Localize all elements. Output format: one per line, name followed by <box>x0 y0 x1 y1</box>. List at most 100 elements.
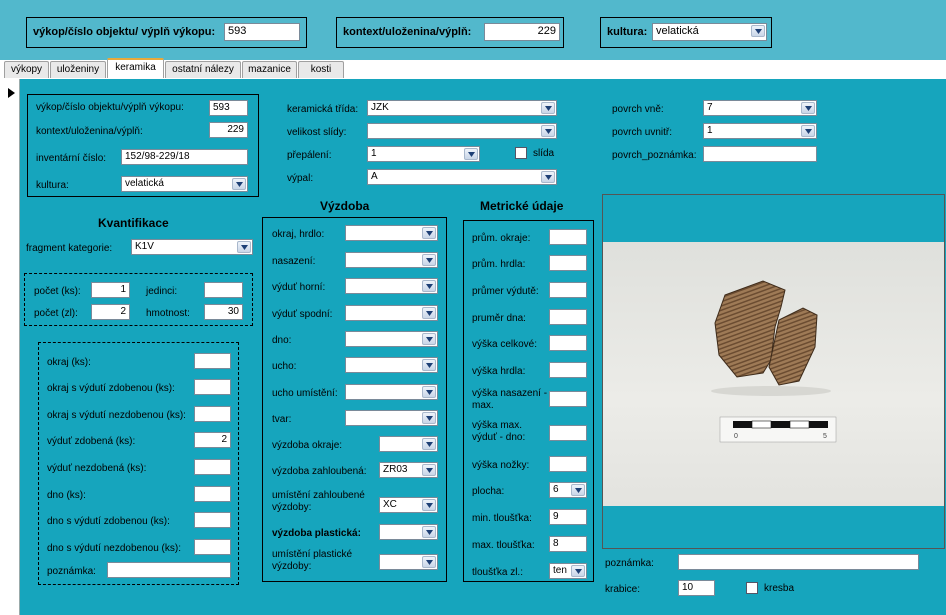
kresba-checkbox[interactable] <box>746 582 758 594</box>
chevron-down-icon <box>422 359 436 371</box>
chevron-down-icon <box>751 25 765 37</box>
metric-label: výška hrdla: <box>472 366 526 377</box>
krabice-field[interactable]: 10 <box>678 580 715 596</box>
chevron-down-icon <box>422 227 436 239</box>
ident-inventar-field[interactable]: 152/98-229/18 <box>121 149 248 165</box>
tab-ostatni-nalezy[interactable]: ostatní nálezy <box>165 61 241 78</box>
metric-field[interactable] <box>549 456 587 472</box>
ident-kultura-select[interactable]: velatická <box>121 176 248 192</box>
jedinci-field[interactable] <box>204 282 243 298</box>
ident-kontext-field[interactable]: 229 <box>209 122 248 138</box>
chevron-down-icon <box>422 499 436 511</box>
povrch-uvnitr-select[interactable]: 1 <box>703 123 817 139</box>
slida-select[interactable] <box>367 123 557 139</box>
record-selector[interactable] <box>0 79 20 615</box>
povrch-poznamka-field[interactable] <box>703 146 817 162</box>
counts-note-field[interactable] <box>107 562 231 578</box>
ident-inventar-label: inventární číslo: <box>36 153 107 164</box>
header-vykop-field[interactable]: 593 <box>224 23 300 41</box>
count-label: okraj s výdutí nezdobenou (ks): <box>47 410 186 421</box>
tab-vykopy[interactable]: výkopy <box>4 61 49 78</box>
umisteni-plasticke-select[interactable] <box>379 554 438 570</box>
min-tloustka-label: min. tloušťka: <box>472 513 532 524</box>
counts-note-label: poznámka: <box>47 566 96 577</box>
vyzdoba-plasticka-select[interactable] <box>379 524 438 540</box>
prepaleni-select[interactable]: 1 <box>367 146 480 162</box>
hmotnost-field[interactable]: 30 <box>204 304 243 320</box>
povrch-uvnitr-label: povrch uvnitř: <box>612 127 673 138</box>
count-field[interactable] <box>194 379 231 395</box>
vyzdoba-field-select[interactable] <box>345 278 438 294</box>
metric-label: výška max. výduť - dno: <box>472 420 526 443</box>
tab-keramika[interactable]: keramika <box>107 58 164 78</box>
vyzdoba-zahloubena-select[interactable]: ZR03 <box>379 462 438 478</box>
count-field[interactable] <box>194 353 231 369</box>
metric-field[interactable] <box>549 229 587 245</box>
header-kontext-field[interactable]: 229 <box>484 23 560 41</box>
chevron-down-icon <box>541 171 555 183</box>
metric-label: prům. hrdla: <box>472 259 526 270</box>
vyzdoba-field-select[interactable] <box>345 331 438 347</box>
footer-poznamka-field[interactable] <box>678 554 919 570</box>
povrch-vne-select[interactable]: 7 <box>703 100 817 116</box>
ident-vykop-field[interactable]: 593 <box>209 100 248 116</box>
vyzdoba-field-select[interactable] <box>345 384 438 400</box>
metric-field[interactable] <box>549 391 587 407</box>
header-kultura-label: kultura: <box>607 26 648 38</box>
pocet-ks-field[interactable]: 1 <box>91 282 130 298</box>
krabice-label: krabice: <box>605 584 641 595</box>
hmotnost-label: hmotnost: <box>146 308 190 319</box>
plocha-select[interactable]: 6 <box>549 482 587 498</box>
tab-ulozeniny[interactable]: uloženiny <box>50 61 106 78</box>
trida-label: keramická třída: <box>287 104 359 115</box>
vyzdoba-field-select[interactable] <box>345 410 438 426</box>
metric-field[interactable] <box>549 362 587 378</box>
metric-label: výška celkové: <box>472 339 538 350</box>
count-field[interactable]: 2 <box>194 432 231 448</box>
count-label: dno s výdutí nezdobenou (ks): <box>47 543 181 554</box>
header-kultura-select[interactable]: velatická <box>652 23 767 41</box>
trida-select[interactable]: JZK <box>367 100 557 116</box>
metric-field[interactable] <box>549 309 587 325</box>
vyzdoba-field-label: okraj, hrdlo: <box>272 229 325 240</box>
vyzdoba-field-select[interactable] <box>345 252 438 268</box>
vyzdoba-field-select[interactable] <box>345 305 438 321</box>
slida-checkbox[interactable] <box>515 147 527 159</box>
header-vykop-label: výkop/číslo objektu/ výplň výkopu: <box>33 26 216 38</box>
vyzdoba-field-label: výduť spodní: <box>272 309 333 320</box>
umisteni-zahloubene-select[interactable]: XC <box>379 497 438 513</box>
metric-field[interactable] <box>549 425 587 441</box>
pocet-zl-field[interactable]: 2 <box>91 304 130 320</box>
prepaleni-value: 1 <box>371 148 377 159</box>
vyzdoba-field-select[interactable] <box>345 225 438 241</box>
count-field[interactable] <box>194 406 231 422</box>
metric-label: prům. okraje: <box>472 233 531 244</box>
min-tloustka-field[interactable]: 9 <box>549 509 587 525</box>
vyzdoba-field-label: ucho umístění: <box>272 388 338 399</box>
tab-mazanice[interactable]: mazanice <box>242 61 297 78</box>
scale-label-0: 0 <box>734 433 738 440</box>
metric-field[interactable] <box>549 335 587 351</box>
vyzdoba-okraje-select[interactable] <box>379 436 438 452</box>
max-tloustka-label: max. tloušťka: <box>472 540 535 551</box>
count-field[interactable] <box>194 539 231 555</box>
count-field[interactable] <box>194 512 231 528</box>
chevron-down-icon <box>232 178 246 190</box>
vyzdoba-field-label: tvar: <box>272 414 292 425</box>
tloustka-zl-select[interactable]: ten <box>549 563 587 579</box>
kvantifikace-title: Kvantifikace <box>98 216 169 230</box>
chevron-down-icon <box>422 438 436 450</box>
metric-field[interactable] <box>549 255 587 271</box>
vyzdoba-field-select[interactable] <box>345 357 438 373</box>
umisteni-zahloubene-label: umístění zahloubené výzdoby: <box>272 490 365 513</box>
chevron-down-icon <box>422 464 436 476</box>
max-tloustka-field[interactable]: 8 <box>549 536 587 552</box>
fragment-select[interactable]: K1V <box>131 239 253 255</box>
count-field[interactable] <box>194 459 231 475</box>
povrch-vne-value: 7 <box>707 102 713 113</box>
sherd-photo: 0 5 <box>602 194 945 549</box>
vypal-select[interactable]: A <box>367 169 557 185</box>
tab-kosti[interactable]: kosti <box>298 61 344 78</box>
metric-field[interactable] <box>549 282 587 298</box>
count-field[interactable] <box>194 486 231 502</box>
